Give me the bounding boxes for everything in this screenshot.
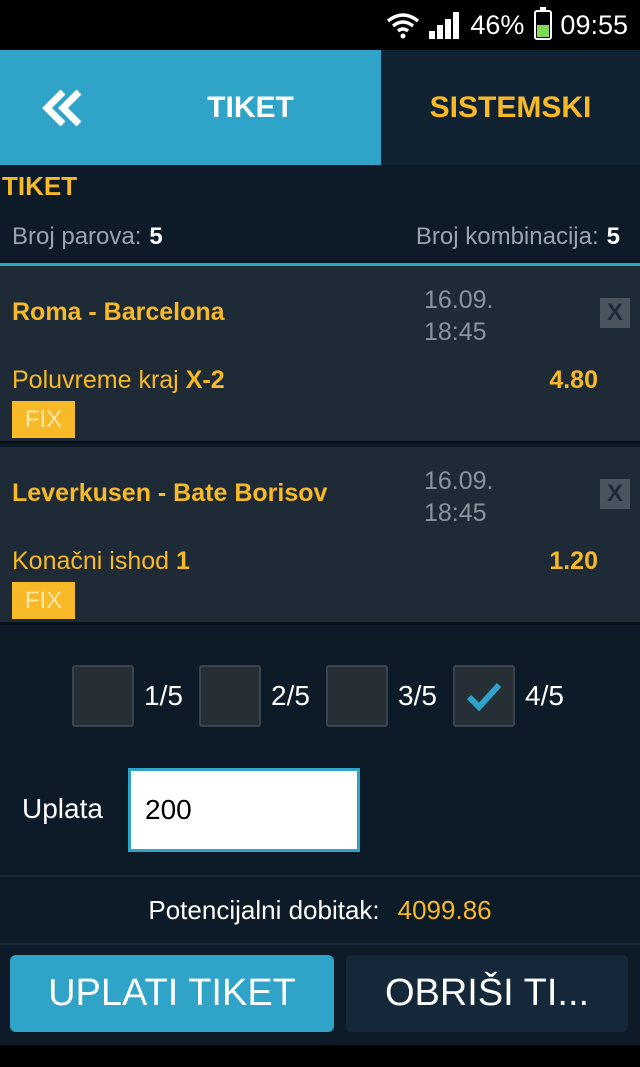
match-teams: Leverkusen - Bate Borisov xyxy=(12,479,328,507)
double-chevron-left-icon xyxy=(42,89,82,127)
pair-count-value: 5 xyxy=(149,223,163,250)
battery-icon xyxy=(534,7,553,40)
pair-count: Broj parova: 5 xyxy=(12,223,163,251)
stake-label: Uplata xyxy=(22,793,103,824)
match-pick: Konačni ishod 1 xyxy=(12,547,190,576)
status-bar-right: 46% 09:55 xyxy=(386,0,628,50)
match-item: Leverkusen - Bate Borisov 16.09. 18:45 X… xyxy=(0,447,640,625)
pick-label: Konačni ishod xyxy=(12,547,170,575)
potential-win: Potencijalni dobitak: 4099.86 xyxy=(0,895,640,926)
clock: 09:55 xyxy=(560,9,628,40)
tab-sistemski[interactable]: SISTEMSKI xyxy=(381,50,640,165)
match-date: 16.09. xyxy=(424,467,494,495)
combo-option[interactable]: 2/5 xyxy=(199,665,310,727)
match-odds: 1.20 xyxy=(549,547,598,575)
combo-option[interactable]: 4/5 xyxy=(453,665,564,727)
pick-value: X-2 xyxy=(185,366,225,394)
combination-selector: 1/5 2/5 3/5 4/5 xyxy=(0,665,640,735)
combo-checkbox[interactable] xyxy=(72,665,134,727)
delete-ticket-button[interactable]: OBRIŠI TI... xyxy=(346,955,628,1032)
signal-icon xyxy=(429,12,460,39)
tab-bar: TIKET SISTEMSKI xyxy=(0,50,640,165)
battery-level xyxy=(537,25,550,37)
match-time: 18:45 xyxy=(424,318,487,346)
combination-count-label: Broj kombinacija: xyxy=(415,223,599,250)
wifi-icon xyxy=(387,13,420,39)
main-content: TIKET Broj parova: 5 Broj kombinacija: 5 R… xyxy=(0,165,640,1045)
potential-win-value: 4099.86 xyxy=(397,895,492,925)
combo-option[interactable]: 3/5 xyxy=(326,665,437,727)
stake-input[interactable] xyxy=(128,768,360,852)
match-pick: Poluvreme kraj X-2 xyxy=(12,366,225,395)
back-button[interactable] xyxy=(28,78,98,138)
combination-count: Broj kombinacija: 5 xyxy=(416,223,620,251)
match-date: 16.09. xyxy=(424,286,494,314)
combination-count-value: 5 xyxy=(606,223,620,250)
match-datetime: 16.09. 18:45 xyxy=(424,465,494,529)
battery-percent: 46% xyxy=(470,9,525,40)
fix-button[interactable]: FIX xyxy=(12,582,75,619)
combo-checkbox-checked[interactable] xyxy=(453,665,515,727)
pick-label: Poluvreme kraj xyxy=(12,366,179,394)
status-bar: 46% 09:55 xyxy=(0,0,640,50)
bottom-bar xyxy=(0,1045,640,1067)
divider xyxy=(0,943,640,945)
submit-ticket-button[interactable]: UPLATI TIKET xyxy=(10,955,334,1032)
combo-option[interactable]: 1/5 xyxy=(72,665,183,727)
combo-checkbox[interactable] xyxy=(199,665,261,727)
remove-match-button[interactable]: X xyxy=(600,479,630,509)
fix-button[interactable]: FIX xyxy=(12,401,75,438)
combo-label: 2/5 xyxy=(271,680,310,711)
combo-label: 4/5 xyxy=(525,680,564,711)
tab-tiket[interactable]: TIKET xyxy=(0,50,381,165)
match-datetime: 16.09. 18:45 xyxy=(424,284,494,348)
checkmark-icon xyxy=(466,682,502,712)
match-odds: 4.80 xyxy=(549,366,598,394)
ticket-header: TIKET Broj parova: 5 Broj kombinacija: 5 xyxy=(0,165,640,266)
match-item: Roma - Barcelona 16.09. 18:45 X Poluvrem… xyxy=(0,266,640,444)
divider xyxy=(0,875,640,877)
combo-checkbox[interactable] xyxy=(326,665,388,727)
pair-count-label: Broj parova: xyxy=(12,223,142,250)
match-teams: Roma - Barcelona xyxy=(12,298,225,326)
pick-value: 1 xyxy=(176,547,190,575)
remove-match-button[interactable]: X xyxy=(600,298,630,328)
ticket-title: TIKET xyxy=(2,171,78,201)
combo-label: 3/5 xyxy=(398,680,437,711)
potential-win-label: Potencijalni dobitak: xyxy=(148,895,380,925)
combo-label: 1/5 xyxy=(144,680,183,711)
match-time: 18:45 xyxy=(424,499,487,527)
